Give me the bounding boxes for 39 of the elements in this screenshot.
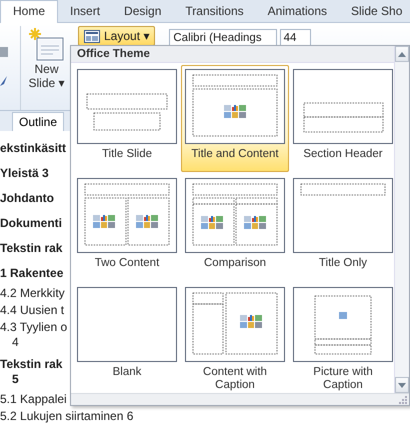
- outline-item[interactable]: 1 Rakentee: [0, 266, 64, 281]
- layout-option[interactable]: Content with Caption: [181, 283, 289, 393]
- layout-option[interactable]: Picture with Caption: [289, 283, 394, 393]
- outline-item[interactable]: Tekstin rak 5: [0, 357, 62, 387]
- ribbon-tab[interactable]: Home: [0, 0, 58, 23]
- outline-item[interactable]: 5.1 Kappalei: [0, 392, 67, 407]
- layout-icon: [84, 30, 100, 42]
- pane-tab[interactable]: Outline: [12, 112, 64, 131]
- ribbon-tab[interactable]: Slide Sho: [339, 1, 410, 22]
- layout-option[interactable]: Title and Content: [181, 65, 289, 172]
- outline-item[interactable]: 4.3 Tyylien o 4: [0, 320, 68, 350]
- new-slide-icon: [28, 28, 64, 62]
- outline-item[interactable]: 5.2 Lukujen siirtaminen 6: [0, 409, 134, 424]
- down-arrow-icon: [398, 382, 406, 388]
- outline-item[interactable]: ekstinkäsitt: [0, 141, 66, 156]
- up-arrow-icon: [398, 52, 406, 56]
- layout-option[interactable]: Section Header: [289, 65, 394, 172]
- layout-option[interactable]: Blank: [73, 283, 181, 393]
- gallery-heading: Office Theme: [71, 46, 394, 63]
- brush-icon[interactable]: [0, 76, 8, 86]
- ribbon-tab[interactable]: Transitions: [173, 1, 256, 22]
- layout-option[interactable]: Comparison: [181, 174, 289, 281]
- outline-item[interactable]: 4.2 Merkkity: [0, 286, 65, 301]
- scroll-up-button[interactable]: [395, 46, 409, 62]
- layout-option[interactable]: Two Content: [73, 174, 181, 281]
- outline-item[interactable]: Dokumenti: [0, 216, 62, 231]
- paste-icon[interactable]: [0, 46, 10, 58]
- layout-option[interactable]: Title Slide: [73, 65, 181, 172]
- outline-item[interactable]: Johdanto: [0, 191, 54, 206]
- resize-grip-icon[interactable]: [399, 396, 407, 404]
- scroll-down-button[interactable]: [395, 377, 409, 393]
- outline-item[interactable]: 4.4 Uusien t: [0, 303, 64, 318]
- outline-item[interactable]: Tekstin rak: [0, 241, 62, 256]
- ribbon-tab[interactable]: Animations: [256, 1, 340, 22]
- outline-item[interactable]: Yleistä 3: [0, 166, 49, 181]
- ribbon-tab[interactable]: Design: [112, 1, 174, 22]
- layout-button[interactable]: Layout ▾: [78, 26, 156, 46]
- layout-option[interactable]: Title Only: [289, 174, 394, 281]
- ribbon-tab[interactable]: Insert: [58, 1, 112, 22]
